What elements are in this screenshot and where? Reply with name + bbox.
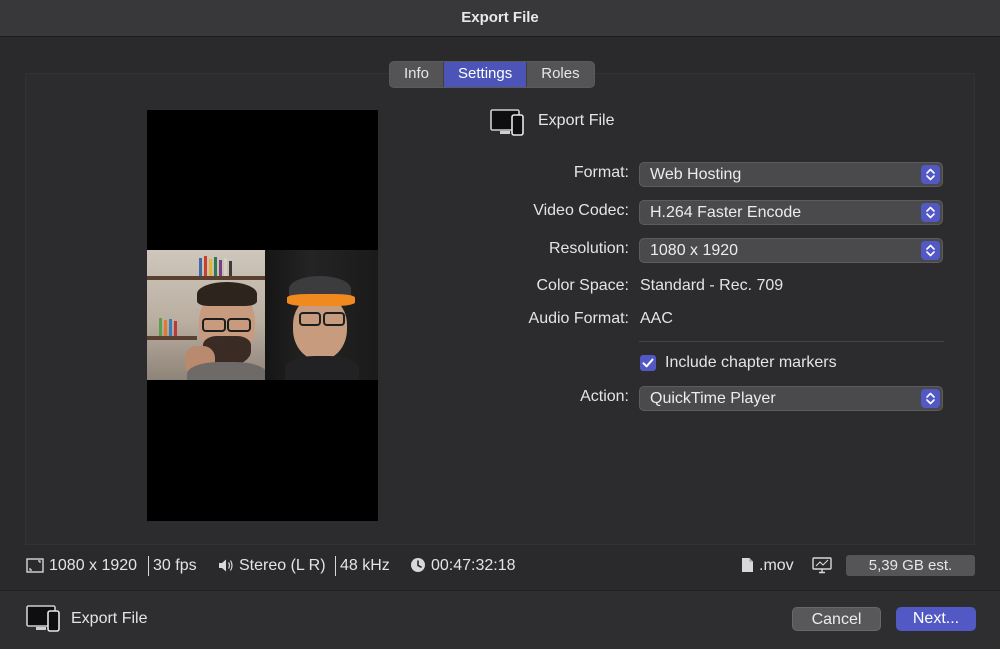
checkmark-icon <box>642 358 654 368</box>
cancel-button[interactable]: Cancel <box>792 607 881 631</box>
updown-chevron-icon <box>921 389 940 408</box>
color-space-label: Color Space: <box>536 277 630 294</box>
frame-size-icon <box>26 558 44 573</box>
video-codec-label: Video Codec: <box>533 202 629 219</box>
resolution-label: Resolution: <box>548 240 629 257</box>
audio-format-label: Audio Format: <box>528 310 629 327</box>
tab-roles[interactable]: Roles <box>527 62 593 87</box>
clock-icon <box>411 558 425 572</box>
action-label: Action: <box>580 388 629 405</box>
tab-bar: Info Settings Roles <box>389 61 595 88</box>
chapter-markers-label[interactable]: Include chapter markers <box>665 354 837 372</box>
status-audio: Stereo (L R) <box>239 557 326 574</box>
resolution-value: 1080 x 1920 <box>650 242 739 259</box>
action-popup[interactable]: QuickTime Player <box>639 386 943 411</box>
tab-settings[interactable]: Settings <box>444 62 528 87</box>
video-codec-popup[interactable]: H.264 Faster Encode <box>639 200 943 225</box>
status-sample-rate: 48 kHz <box>340 557 390 574</box>
footer-destination-label: Export File <box>71 610 148 627</box>
video-preview <box>147 110 378 521</box>
tab-info[interactable]: Info <box>390 62 445 87</box>
status-resolution: 1080 x 1920 <box>49 557 138 574</box>
color-space-value: Standard - Rec. 709 <box>640 277 784 294</box>
monitor-icon <box>812 557 832 574</box>
next-button[interactable]: Next... <box>896 607 976 631</box>
size-estimate-badge: 5,39 GB est. <box>846 555 975 576</box>
speaker-icon <box>219 559 233 572</box>
status-divider <box>148 556 149 576</box>
format-popup[interactable]: Web Hosting <box>639 162 943 187</box>
status-fps: 30 fps <box>153 557 197 574</box>
format-value: Web Hosting <box>650 166 742 183</box>
divider <box>639 341 944 342</box>
status-divider <box>335 556 336 576</box>
document-icon <box>742 558 753 572</box>
export-destination-title: Export File <box>538 112 615 129</box>
display-phone-icon <box>490 109 524 136</box>
video-frame-right <box>265 250 378 380</box>
status-duration: 00:47:32:18 <box>431 557 516 574</box>
display-phone-icon <box>26 605 60 632</box>
updown-chevron-icon <box>921 241 940 260</box>
updown-chevron-icon <box>921 203 940 222</box>
window-title: Export File <box>0 0 1000 37</box>
resolution-popup[interactable]: 1080 x 1920 <box>639 238 943 263</box>
status-extension: .mov <box>759 557 794 574</box>
video-codec-value: H.264 Faster Encode <box>650 204 802 221</box>
format-label: Format: <box>573 164 629 181</box>
video-frame-left <box>147 250 265 380</box>
action-value: QuickTime Player <box>650 390 776 407</box>
chapter-markers-checkbox[interactable] <box>640 355 656 371</box>
audio-format-value: AAC <box>640 310 673 327</box>
updown-chevron-icon <box>921 165 940 184</box>
